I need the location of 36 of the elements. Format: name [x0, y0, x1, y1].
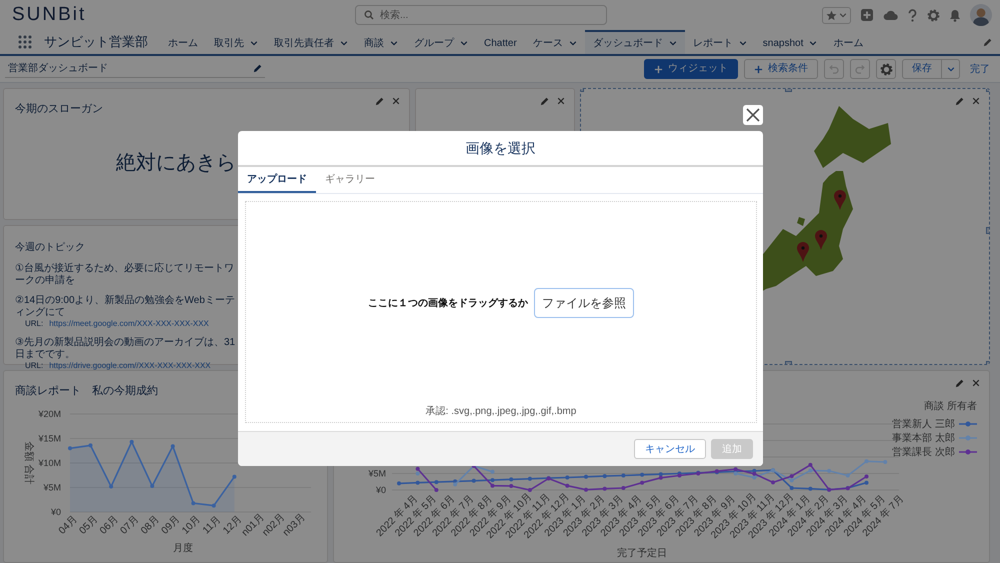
axis-label: 08月 — [139, 514, 162, 537]
legend-label: 営業新人 三郎 — [892, 419, 955, 430]
legend-title: 商談 所有者 — [924, 401, 977, 412]
topic-heading: 今週のトピック — [15, 241, 86, 255]
widget-title: 今期のスローガン — [15, 102, 103, 117]
topic-text: ③先月の新製品説明会の動画のアーカイブは、31日までです。 — [15, 336, 236, 361]
axis-label: 12月 — [221, 514, 244, 537]
app-name: サンビット営業部 — [44, 33, 148, 52]
drop-hint: ここに１つの画像をドラッグするか — [368, 296, 528, 310]
axis-label: ¥10M — [38, 458, 61, 468]
axis-title: 金額 合計 — [23, 442, 34, 484]
axis-title: 完了予定日 — [617, 548, 668, 559]
url-label: URL: — [25, 319, 44, 329]
accepted-types: 承認: .svg,.png,.jpeg,.jpg,.gif,.bmp — [426, 404, 576, 419]
axis-label: ¥15M — [38, 434, 61, 444]
legend-label: 営業課長 次郎 — [892, 447, 955, 458]
legend-label: 事業本部 太郎 — [892, 433, 955, 444]
url-label: URL: — [25, 360, 44, 370]
topic-text: ②14日の9:00より、新製品の勉強会をWebミーティングにて — [15, 295, 236, 319]
widget-title: 商談レポート 私の今期成約 — [15, 384, 158, 399]
axis-label: 09月 — [160, 514, 182, 537]
axis-label: 11月 — [200, 514, 224, 536]
axis-label: 07月 — [118, 514, 142, 537]
dialog-title: 画像を選択 — [466, 138, 536, 158]
topic-text: ①台風が接近するため、必要に応じてリモートワークの申請を — [15, 263, 235, 287]
title-text: 営業部ダッシュボード — [8, 62, 108, 76]
logo: SUNBit — [12, 4, 86, 25]
axis-title: 月度 — [173, 543, 194, 554]
axis-label: 05月 — [77, 514, 100, 537]
axis-label: ¥5M — [43, 482, 61, 492]
axis-label: ¥5M — [368, 468, 386, 478]
axis-label: 10月 — [180, 514, 203, 537]
axis-label: ¥0 — [376, 485, 386, 495]
axis-label: 06月 — [98, 514, 121, 537]
slogan-text: 絶対にあきら — [115, 150, 237, 176]
axis-label: ¥20M — [38, 409, 61, 419]
